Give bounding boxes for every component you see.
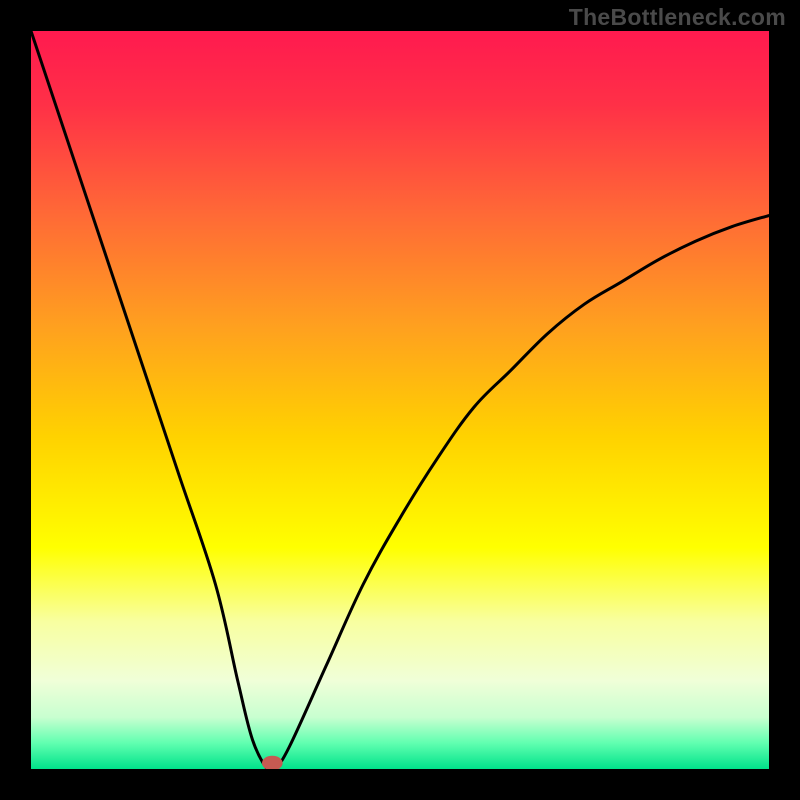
gradient-background xyxy=(31,31,769,769)
chart-frame: TheBottleneck.com xyxy=(0,0,800,800)
watermark-text: TheBottleneck.com xyxy=(569,4,786,31)
chart-svg xyxy=(31,31,769,769)
plot-area xyxy=(31,31,769,769)
